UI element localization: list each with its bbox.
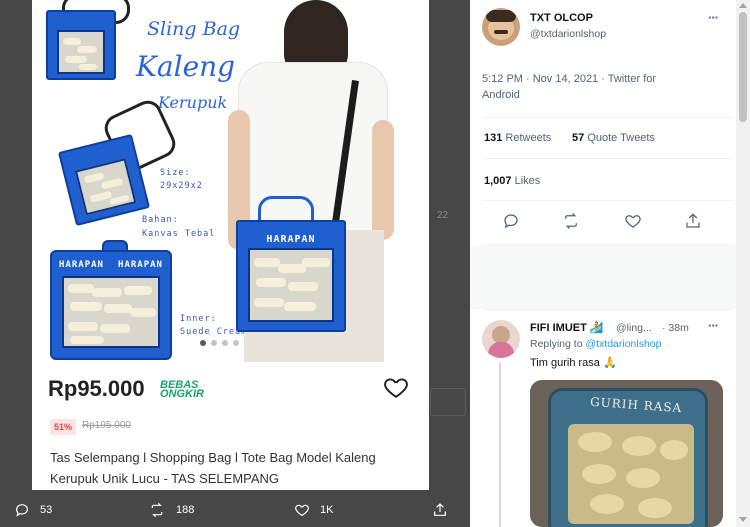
- scroll-up-arrow[interactable]: [739, 3, 747, 8]
- share-icon: [434, 503, 446, 516]
- reply-author-name-text: FIFI IMUET: [530, 322, 587, 334]
- thread-gap: [470, 245, 750, 309]
- tin-brand-right: HARAPAN: [118, 260, 163, 270]
- reply-image[interactable]: GURIH RASA: [530, 380, 723, 527]
- bag-small-top: [46, 10, 116, 80]
- retweet-icon[interactable]: [562, 212, 580, 230]
- headline-line1: Sling Bag: [147, 18, 241, 40]
- reply-icon[interactable]: [502, 212, 520, 230]
- retweets-stat[interactable]: 131 Retweets: [484, 132, 551, 144]
- tweet-timestamp[interactable]: 5:12 PM · Nov 14, 2021 · Twitter for And…: [482, 71, 692, 103]
- photo-viewer: 22 Sling Bag Kaleng Kerupuk Size: 29x29x…: [0, 0, 470, 527]
- reply-text: Tim gurih rasa 🙏: [530, 357, 617, 369]
- likes-stat[interactable]: 1,007 Likes: [484, 175, 540, 187]
- replying-to: Replying to @txtdarionlshop: [530, 338, 662, 350]
- reply-author-emoji: 🏄: [589, 322, 604, 334]
- more-icon[interactable]: ···: [708, 10, 719, 25]
- tin-brand-left: HARAPAN: [59, 260, 104, 270]
- retweets-label: Retweets: [505, 132, 552, 144]
- reply-avatar[interactable]: [482, 320, 520, 358]
- scrollbar-thumb[interactable]: [739, 12, 747, 122]
- retweet-icon: [151, 502, 163, 518]
- reply-author-handle[interactable]: @ling...: [616, 322, 652, 334]
- like-count: 1K: [320, 504, 334, 516]
- likes-label: Likes: [514, 175, 541, 187]
- reply-icon: [16, 504, 28, 517]
- author-name[interactable]: TXT OLCOP: [530, 12, 593, 24]
- material-value: Kanvas Tebal: [142, 229, 216, 239]
- thread-line: [499, 362, 501, 527]
- author-avatar[interactable]: [482, 8, 520, 46]
- original-price: Rp195.000: [82, 420, 131, 431]
- background-ghost-card: [430, 388, 466, 416]
- viewer-action-bar: 53 188 1K: [0, 490, 470, 527]
- share-icon[interactable]: [684, 212, 702, 230]
- free-shipping-line2: ONGKIR: [160, 388, 204, 400]
- reply-count: 53: [40, 504, 53, 516]
- bag-large: HARAPAN: [236, 220, 346, 332]
- product-card[interactable]: Sling Bag Kaleng Kerupuk Size: 29x29x2 B…: [32, 0, 429, 490]
- likes-value: 1,007: [484, 175, 512, 187]
- author-handle[interactable]: @txtdarionlshop: [530, 28, 606, 40]
- size-value: 29x29x2: [160, 181, 203, 191]
- headline-line3: Kerupuk: [158, 93, 228, 112]
- quote-tweets-stat[interactable]: 57 Quote Tweets: [572, 132, 655, 144]
- product-name[interactable]: Tas Selempang l Shopping Bag l Tote Bag …: [50, 447, 400, 489]
- more-icon[interactable]: ···: [708, 318, 719, 333]
- bag-brand: HARAPAN: [266, 234, 316, 245]
- like-action[interactable]: 1K: [294, 502, 333, 518]
- scrollbar[interactable]: [736, 0, 750, 527]
- material-label: Bahan:: [142, 215, 179, 225]
- heart-icon[interactable]: [624, 212, 642, 230]
- carousel-dot[interactable]: [211, 340, 217, 346]
- retweet-action[interactable]: 188: [148, 502, 194, 518]
- discount-badge: 51%: [50, 419, 77, 435]
- share-action[interactable]: [432, 502, 448, 518]
- retweets-value: 131: [484, 132, 503, 144]
- tweet-panel: TXT OLCOP @txtdarionlshop ··· 5:12 PM · …: [470, 0, 750, 527]
- reply-author-name[interactable]: FIFI IMUET 🏄: [530, 321, 604, 334]
- free-shipping-badge: BEBAS ONGKIR: [160, 380, 204, 400]
- replying-prefix: Replying to: [530, 338, 583, 350]
- quote-label: Quote Tweets: [587, 132, 655, 144]
- size-label: Size:: [160, 168, 191, 178]
- replying-handle[interactable]: @txtdarionlshop: [585, 338, 661, 350]
- tin-box: HARAPAN HARAPAN: [50, 240, 172, 360]
- carousel-dot[interactable]: [222, 340, 228, 346]
- background-ghost-text: 22: [437, 210, 449, 221]
- product-photo[interactable]: Sling Bag Kaleng Kerupuk Size: 29x29x2 B…: [32, 0, 429, 362]
- product-price: Rp95.000: [48, 376, 145, 401]
- divider: [482, 158, 734, 159]
- favorite-heart-icon[interactable]: [383, 374, 409, 400]
- reply-time[interactable]: · 38m: [662, 322, 689, 334]
- divider: [482, 117, 734, 118]
- reply-action[interactable]: 53: [14, 502, 52, 518]
- heart-icon: [295, 504, 309, 517]
- headline-line2: Kaleng: [136, 50, 236, 83]
- quote-value: 57: [572, 132, 585, 144]
- carousel-dots[interactable]: [200, 340, 239, 346]
- carousel-dot[interactable]: [200, 340, 206, 346]
- carousel-dot[interactable]: [233, 340, 239, 346]
- scroll-down-arrow[interactable]: [739, 517, 747, 522]
- divider: [482, 200, 734, 201]
- retweet-count: 188: [176, 504, 195, 516]
- divider: [482, 309, 734, 310]
- inner-label: Inner:: [180, 314, 217, 324]
